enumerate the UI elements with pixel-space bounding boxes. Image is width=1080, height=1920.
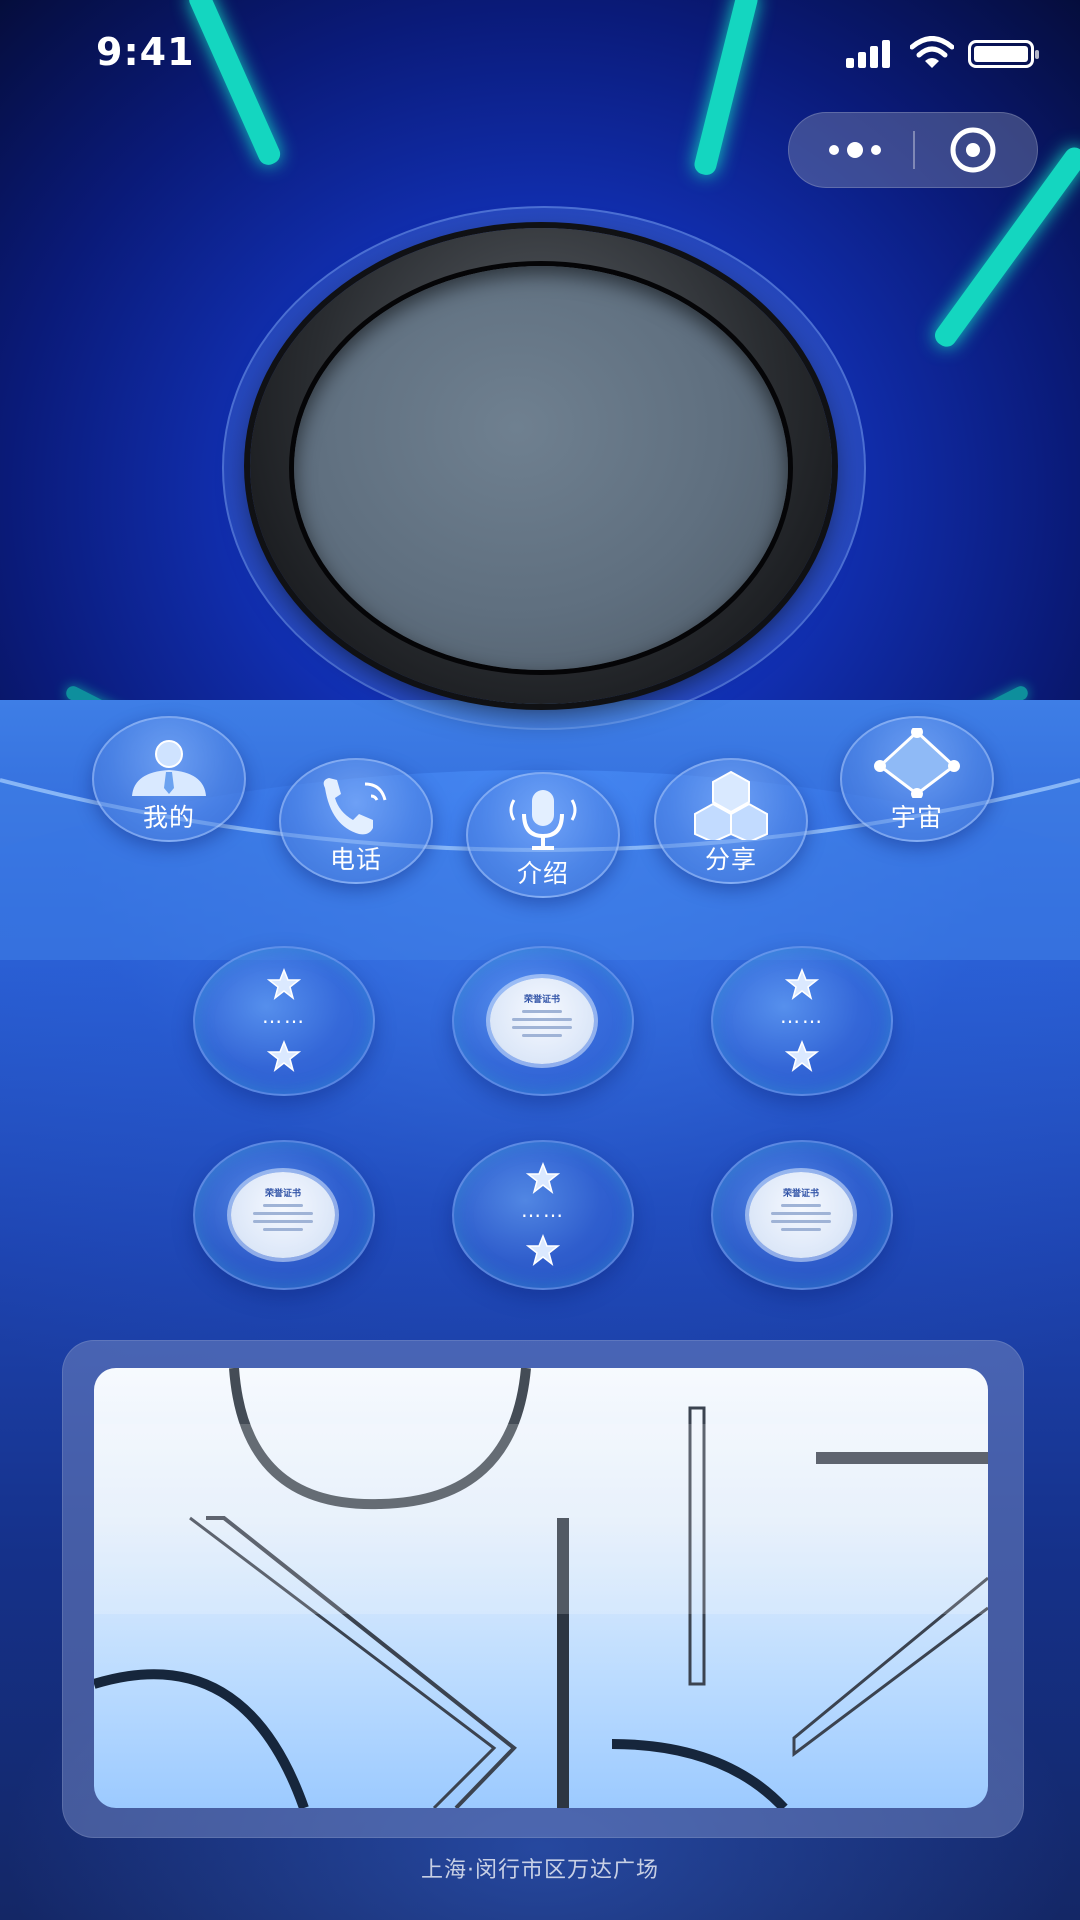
cellular-signal-icon	[846, 38, 896, 68]
function-label: 分享	[704, 845, 757, 874]
certificate-title: 荣誉证书	[523, 995, 560, 1005]
wifi-icon	[910, 36, 954, 68]
placeholder-dots: ……	[521, 1198, 565, 1222]
certificate-title: 荣誉证书	[782, 1189, 819, 1199]
status-time: 9:41	[96, 30, 195, 74]
certificate-thumbnail: 荣誉证书	[490, 978, 594, 1064]
user-icon	[132, 740, 206, 796]
function-button-phone[interactable]: 电话	[279, 758, 433, 884]
function-button-universe[interactable]: 宇宙	[840, 716, 994, 842]
network-diamond-icon	[874, 728, 960, 798]
certificate-thumbnail: 荣誉证书	[749, 1172, 853, 1258]
function-button-intro[interactable]: 介绍	[466, 772, 620, 898]
microphone-icon	[509, 790, 577, 850]
certificate-thumbnail: 荣誉证书	[231, 1172, 335, 1258]
placeholder-dots: ……	[780, 1004, 824, 1028]
battery-icon	[968, 40, 1039, 68]
function-label: 我的	[142, 803, 195, 832]
grid-bubble-placeholder[interactable]: ……	[711, 946, 893, 1096]
function-button-mine[interactable]: 我的	[92, 716, 246, 842]
banner-image[interactable]	[94, 1368, 988, 1808]
function-button-share[interactable]: 分享	[654, 758, 808, 884]
location-address: 上海·闵行市区万达广场	[421, 1858, 659, 1883]
star-icon	[526, 1234, 560, 1266]
phone-icon	[323, 778, 387, 835]
close-miniprogram-icon[interactable]	[949, 126, 997, 174]
star-icon	[267, 968, 301, 1000]
star-icon	[785, 968, 819, 1000]
function-label: 电话	[329, 845, 382, 874]
placeholder-dots: ……	[262, 1004, 306, 1028]
function-label: 介绍	[516, 859, 569, 888]
grid-bubble-certificate[interactable]: 荣誉证书	[193, 1140, 375, 1290]
app-screen: 9:41 我的 电话 介绍 分享 宇宙 …… 荣誉证书 …… 荣誉证书 …… 荣…	[0, 0, 1080, 1920]
avatar-image[interactable]	[294, 266, 788, 670]
function-label: 宇宙	[890, 803, 943, 832]
capsule-divider	[913, 131, 915, 169]
banner-graphic	[94, 1368, 988, 1808]
grid-bubble-placeholder[interactable]: ……	[193, 946, 375, 1096]
grid-bubble-placeholder[interactable]: ……	[452, 1140, 634, 1290]
star-icon	[526, 1162, 560, 1194]
star-icon	[267, 1040, 301, 1072]
star-icon	[785, 1040, 819, 1072]
status-bar: 9:41	[0, 0, 1080, 110]
cubes-icon	[694, 770, 768, 840]
grid-bubble-certificate[interactable]: 荣誉证书	[452, 946, 634, 1096]
more-options-icon[interactable]	[829, 139, 899, 161]
certificate-title: 荣誉证书	[264, 1189, 301, 1199]
grid-bubble-certificate[interactable]: 荣誉证书	[711, 1140, 893, 1290]
miniprogram-capsule	[788, 112, 1038, 188]
